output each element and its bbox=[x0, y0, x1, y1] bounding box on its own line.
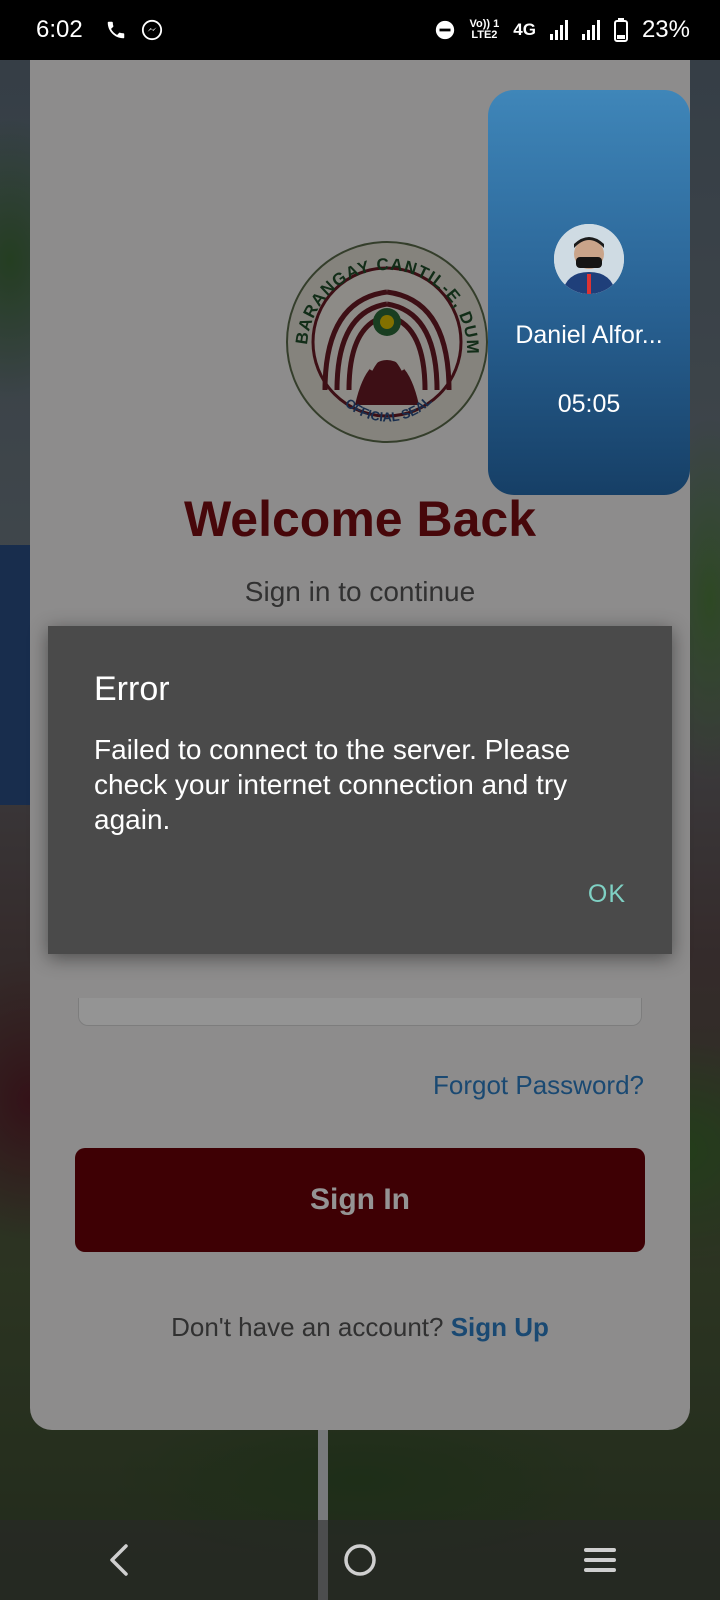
volte-bottom-label: LTE2 bbox=[471, 29, 498, 41]
home-icon bbox=[344, 1544, 376, 1576]
status-time: 6:02 bbox=[36, 16, 83, 43]
nav-recents-button[interactable] bbox=[570, 1530, 630, 1590]
call-duration: 05:05 bbox=[557, 390, 621, 418]
caller-name: Daniel Alfor... bbox=[515, 321, 663, 349]
dialog-title: Error bbox=[94, 670, 170, 708]
battery-icon bbox=[613, 18, 628, 42]
caller-avatar bbox=[554, 224, 624, 294]
signal-icon bbox=[549, 20, 568, 40]
battery-percent: 23% bbox=[641, 16, 690, 43]
phone-icon bbox=[107, 21, 124, 39]
volte-indicator: Vo)) 1 LTE2 bbox=[470, 19, 500, 41]
do-not-disturb-icon bbox=[435, 20, 454, 40]
signal-icon-sim2 bbox=[581, 20, 600, 40]
nav-back-button[interactable] bbox=[90, 1530, 150, 1590]
network-type: 4G bbox=[513, 20, 536, 39]
recents-icon bbox=[584, 1548, 616, 1572]
ongoing-call-bubble[interactable]: Daniel Alfor... 05:05 bbox=[488, 90, 690, 495]
navigation-bar bbox=[0, 1520, 720, 1600]
dialog-ok-button[interactable]: OK bbox=[588, 880, 626, 909]
back-icon bbox=[110, 1544, 128, 1576]
nav-home-button[interactable] bbox=[330, 1530, 390, 1590]
dialog-message: Failed to connect to the server. Please … bbox=[94, 734, 571, 835]
error-dialog: Error Failed to connect to the server. P… bbox=[48, 626, 672, 954]
messenger-icon bbox=[141, 19, 162, 41]
status-bar: 6:02 Vo)) 1 LTE2 4G 23% bbox=[0, 0, 720, 60]
